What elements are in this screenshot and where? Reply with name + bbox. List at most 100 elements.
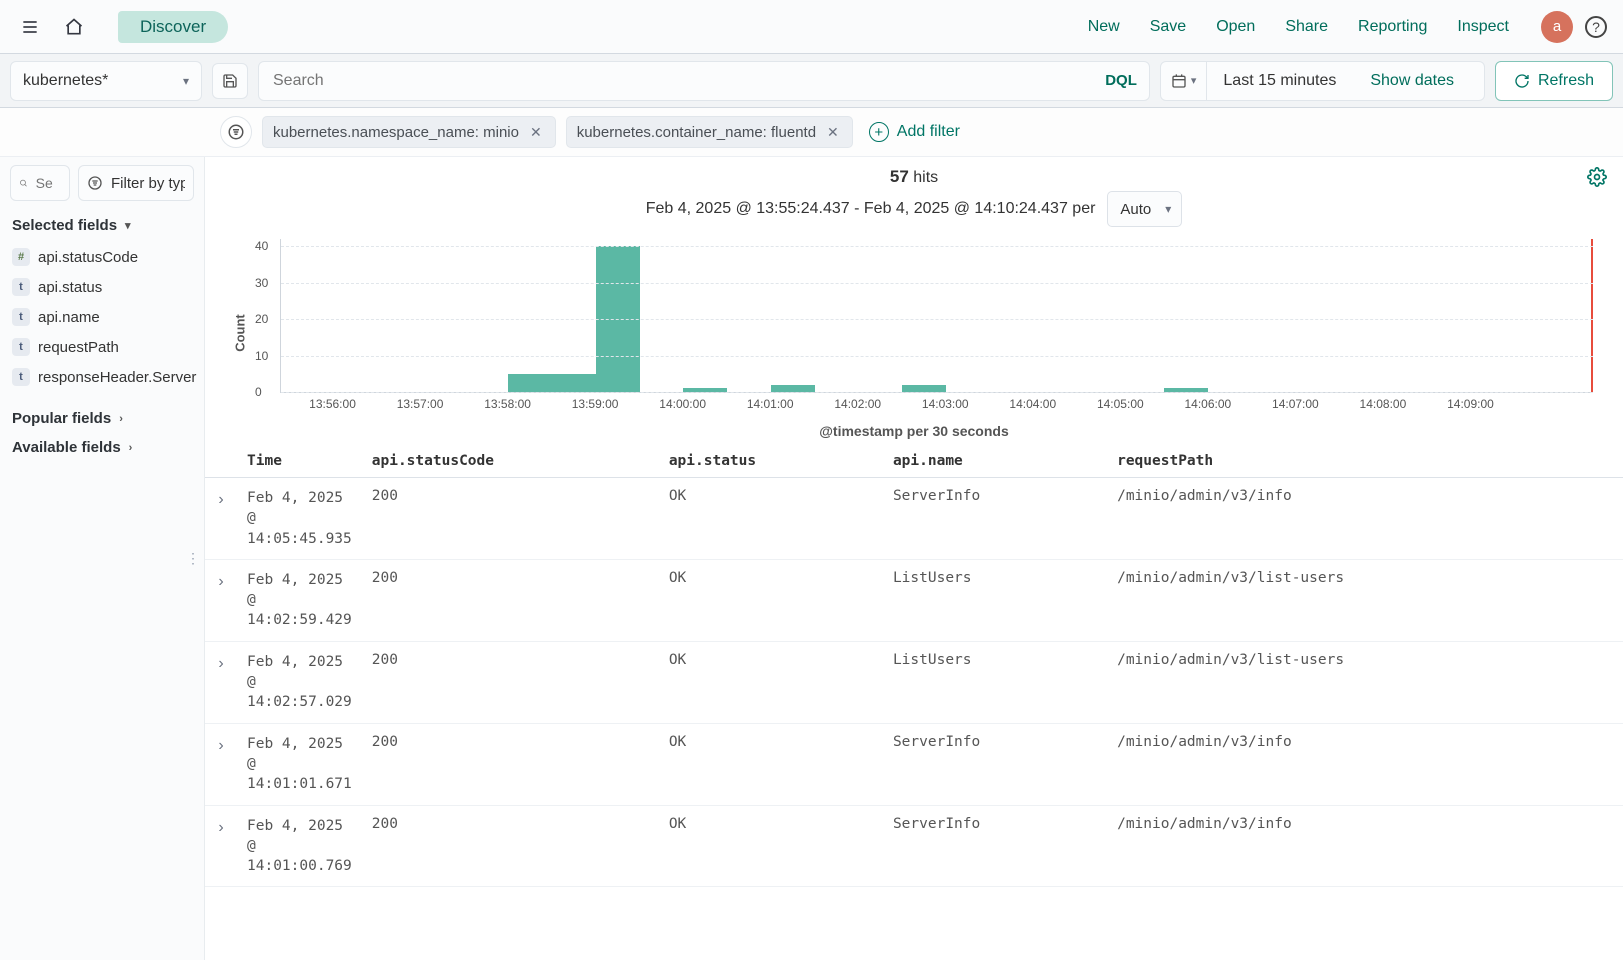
- popular-fields-header[interactable]: Popular fields ›: [10, 404, 194, 433]
- date-range-label[interactable]: Last 15 minutes: [1223, 72, 1336, 90]
- log-table: Timeapi.statusCodeapi.statusapi.namerequ…: [205, 443, 1623, 887]
- top-nav: Discover New Save Open Share Reporting Inspec…: [0, 0, 1623, 54]
- column-header[interactable]: api.statusCode: [362, 443, 659, 478]
- field-item[interactable]: tapi.status: [10, 272, 194, 302]
- x-tick: 13:56:00: [309, 397, 356, 411]
- table-row[interactable]: ›Feb 4, 2025 @ 14:01:00.769200OKServerIn…: [205, 805, 1623, 887]
- field-item[interactable]: trequestPath: [10, 332, 194, 362]
- date-picker: ▾ Last 15 minutes Show dates: [1160, 61, 1485, 101]
- bar[interactable]: [552, 374, 596, 392]
- x-tick: 13:58:00: [484, 397, 531, 411]
- table-row[interactable]: ›Feb 4, 2025 @ 14:05:45.935200OKServerIn…: [205, 478, 1623, 560]
- chart-settings-button[interactable]: [1587, 167, 1607, 190]
- field-type-badge: t: [12, 368, 30, 386]
- page-tab-discover[interactable]: Discover: [118, 11, 228, 43]
- hits-count: 57 hits: [890, 167, 938, 187]
- field-type-badge: t: [12, 338, 30, 356]
- close-icon[interactable]: ✕: [527, 124, 545, 141]
- bar[interactable]: [771, 385, 815, 392]
- x-tick: 14:00:00: [659, 397, 706, 411]
- y-tick: 40: [255, 239, 268, 253]
- sidebar-search[interactable]: [10, 165, 70, 201]
- refresh-button[interactable]: Refresh: [1495, 61, 1613, 101]
- nav-links: New Save Open Share Reporting Inspect: [1088, 18, 1509, 36]
- y-tick: 30: [255, 276, 268, 290]
- filter-icon: [87, 175, 103, 191]
- sidebar-search-input[interactable]: [34, 174, 61, 192]
- now-line: [1591, 239, 1593, 392]
- x-tick: 14:09:00: [1447, 397, 1494, 411]
- content: Filter by typ Selected fields ▾ #api.sta…: [0, 157, 1623, 960]
- x-axis-label: @timestamp per 30 seconds: [225, 423, 1603, 439]
- chevron-down-icon: ▾: [125, 219, 131, 232]
- search-box[interactable]: DQL: [258, 61, 1150, 101]
- column-header[interactable]: Time: [237, 443, 362, 478]
- search-input[interactable]: [271, 71, 1095, 91]
- expand-row-icon[interactable]: ›: [218, 570, 223, 591]
- expand-row-icon[interactable]: ›: [218, 488, 223, 509]
- filter-bar: kubernetes.namespace_name: minio✕ kuberne…: [0, 108, 1623, 157]
- show-dates-link[interactable]: Show dates: [1356, 72, 1468, 90]
- nav-link-new[interactable]: New: [1088, 18, 1120, 36]
- field-type-badge: t: [12, 308, 30, 326]
- chevron-right-icon: ›: [129, 442, 133, 454]
- x-tick: 14:03:00: [922, 397, 969, 411]
- add-filter-button[interactable]: + Add filter: [863, 122, 960, 142]
- field-type-badge: t: [12, 278, 30, 296]
- x-tick: 14:07:00: [1272, 397, 1319, 411]
- refresh-label: Refresh: [1538, 72, 1594, 90]
- add-filter-label: Add filter: [897, 123, 960, 141]
- y-axis-label: Count: [232, 314, 247, 352]
- filter-pill[interactable]: kubernetes.container_name: fluentd✕: [566, 116, 853, 148]
- nav-link-reporting[interactable]: Reporting: [1358, 18, 1427, 36]
- field-type-badge: #: [12, 248, 30, 266]
- available-fields-header[interactable]: Available fields ›: [10, 433, 194, 462]
- avatar[interactable]: a: [1541, 11, 1573, 43]
- x-tick: 13:59:00: [572, 397, 619, 411]
- sidebar-filter[interactable]: Filter by typ: [78, 165, 194, 201]
- interval-select[interactable]: Auto: [1107, 191, 1182, 227]
- home-icon[interactable]: [54, 7, 94, 47]
- close-icon[interactable]: ✕: [824, 124, 842, 141]
- x-tick: 14:08:00: [1360, 397, 1407, 411]
- bar[interactable]: [508, 374, 552, 392]
- filter-options-button[interactable]: [220, 116, 252, 148]
- sidebar: Filter by typ Selected fields ▾ #api.sta…: [0, 157, 205, 960]
- index-pattern-select[interactable]: kubernetes* ▾: [10, 61, 202, 101]
- column-header[interactable]: api.name: [883, 443, 1107, 478]
- nav-link-open[interactable]: Open: [1216, 18, 1255, 36]
- nav-link-save[interactable]: Save: [1150, 18, 1186, 36]
- resize-handle[interactable]: ⋮⋮: [195, 544, 205, 574]
- field-item[interactable]: tresponseHeader.Server: [10, 362, 194, 392]
- column-header[interactable]: api.status: [659, 443, 883, 478]
- query-bar: kubernetes* ▾ DQL ▾ Last 15 minutes Show…: [0, 54, 1623, 108]
- bar[interactable]: [902, 385, 946, 392]
- x-tick: 13:57:00: [397, 397, 444, 411]
- hamburger-icon[interactable]: [10, 7, 50, 47]
- filter-pill[interactable]: kubernetes.namespace_name: minio✕: [262, 116, 556, 148]
- sidebar-filter-label: Filter by typ: [111, 175, 185, 192]
- expand-row-icon[interactable]: ›: [218, 816, 223, 837]
- save-query-button[interactable]: [212, 63, 248, 99]
- expand-row-icon[interactable]: ›: [218, 652, 223, 673]
- chevron-down-icon: ▾: [1191, 74, 1197, 87]
- field-item[interactable]: tapi.name: [10, 302, 194, 332]
- expand-row-icon[interactable]: ›: [218, 734, 223, 755]
- help-icon[interactable]: ?: [1585, 16, 1607, 38]
- table-row[interactable]: ›Feb 4, 2025 @ 14:01:01.671200OKServerIn…: [205, 723, 1623, 805]
- calendar-button[interactable]: ▾: [1161, 62, 1208, 100]
- selected-fields-header[interactable]: Selected fields ▾: [10, 211, 194, 240]
- dql-label[interactable]: DQL: [1095, 72, 1137, 89]
- table-row[interactable]: ›Feb 4, 2025 @ 14:02:59.429200OKListUser…: [205, 559, 1623, 641]
- nav-link-inspect[interactable]: Inspect: [1457, 18, 1509, 36]
- x-tick: 14:04:00: [1009, 397, 1056, 411]
- chart[interactable]: Count 010203040 13:56:0013:57:0013:58:00…: [225, 233, 1603, 433]
- field-item[interactable]: #api.statusCode: [10, 242, 194, 272]
- y-tick: 10: [255, 349, 268, 363]
- nav-link-share[interactable]: Share: [1285, 18, 1328, 36]
- x-tick: 14:02:00: [834, 397, 881, 411]
- plus-icon: +: [869, 122, 889, 142]
- table-row[interactable]: ›Feb 4, 2025 @ 14:02:57.029200OKListUser…: [205, 641, 1623, 723]
- column-header[interactable]: requestPath: [1107, 443, 1623, 478]
- index-pattern-label: kubernetes*: [23, 72, 108, 90]
